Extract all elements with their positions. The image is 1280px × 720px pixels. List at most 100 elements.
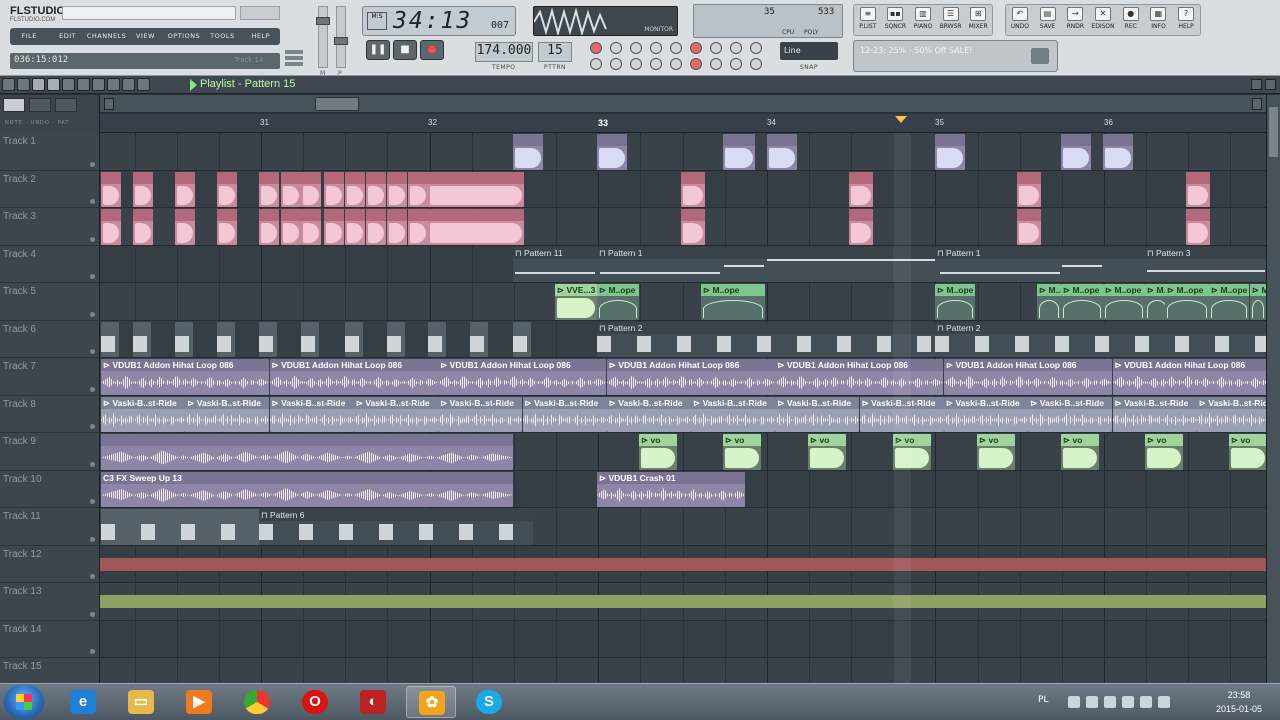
toggle-16-icon[interactable] [710, 57, 722, 70]
tray-app-icon[interactable] [1086, 696, 1098, 708]
tray-flag-icon[interactable] [1122, 696, 1134, 708]
ride-clip[interactable]: ⊳ Vaski-B..st-Ride [606, 396, 691, 432]
kick-clip[interactable] [935, 134, 965, 170]
track-lane[interactable] [100, 133, 1266, 171]
hihat-loop-clip[interactable]: ⊳ VDUB1 Addon Hihat Loop 086 [775, 359, 944, 395]
track-label[interactable]: Track 3 [0, 208, 100, 246]
track-lane[interactable]: ⊳ VDUB1 Addon Hihat Loop 086 ⊳ VDUB1 Addo… [100, 358, 1280, 396]
pattern-2-mini-clip[interactable] [470, 321, 488, 357]
mope-clip[interactable]: ⊳ M..ope [1209, 284, 1249, 320]
toggle-10-icon[interactable] [590, 57, 602, 70]
track-label[interactable]: Track 14 [0, 620, 100, 658]
pattern-6-clip[interactable]: ⊓ Pattern 6 [259, 509, 533, 545]
ride-clip[interactable]: ⊳ Vaski-B..st-Ride [944, 396, 1028, 432]
snare-clip[interactable] [408, 209, 428, 245]
mope-clip[interactable]: ⊳ M..ope [597, 284, 639, 320]
snare-clip[interactable] [1017, 171, 1041, 207]
track-color-dot-icon[interactable] [90, 311, 95, 317]
pattern-2-mini-clip[interactable] [101, 321, 119, 357]
volume-knob[interactable] [316, 17, 330, 25]
hihat-loop-clip[interactable]: ⊳ VDUB1 Addon Hihat Loop 086 [438, 359, 607, 395]
snare-clip[interactable] [324, 171, 344, 207]
tray-signal-icon[interactable] [1140, 696, 1152, 708]
snare-clip[interactable] [217, 209, 237, 245]
kick-clip[interactable] [1061, 134, 1091, 170]
info-button[interactable]: ▦ INFO [1145, 5, 1173, 35]
pencil-icon[interactable] [32, 78, 45, 91]
toggle-15-icon[interactable] [690, 57, 702, 70]
browser-button[interactable]: ☰ BRWSR [937, 5, 965, 35]
track-color-dot-icon[interactable] [90, 236, 95, 242]
taskbar-explorer[interactable]: ▭ [116, 686, 166, 718]
taskbar-opera[interactable]: O [290, 686, 340, 718]
mope-clip[interactable]: ⊳ M..ope [1165, 284, 1209, 320]
snare-clip[interactable] [259, 171, 279, 207]
track-lane[interactable] [100, 583, 1266, 621]
snare-clip[interactable] [681, 209, 705, 245]
menu-edit[interactable]: EDIT [48, 28, 86, 45]
toggle-1-icon[interactable] [590, 42, 602, 54]
tray-network-icon[interactable] [1104, 696, 1116, 708]
toggle-3-icon[interactable] [630, 42, 642, 54]
pattern-number-display[interactable]: 15 [538, 42, 572, 62]
track-color-dot-icon[interactable] [90, 161, 95, 167]
pattern-2-mini-clip[interactable] [133, 321, 151, 357]
track-color-dot-icon[interactable] [90, 536, 95, 542]
toggle-18-icon[interactable] [750, 57, 762, 70]
menu-options[interactable]: OPTIONS [165, 28, 203, 45]
vocal-clip[interactable]: ⊳ vo [1145, 434, 1183, 470]
track-lane[interactable]: ⊳ Vaski-B..st-Ride ⊳ Vaski-B..st-Ride ⊳ Va… [100, 395, 1280, 433]
snare-clip[interactable] [133, 209, 153, 245]
track-color-dot-icon[interactable] [90, 611, 95, 617]
toggle-5-icon[interactable] [670, 42, 682, 54]
vertical-scrollbar[interactable] [1266, 95, 1280, 683]
pattern-2-mini-clip[interactable] [175, 321, 193, 357]
snare-clip[interactable] [345, 171, 365, 207]
mope-clip[interactable]: ⊳ M..ope [1061, 284, 1103, 320]
snare-clip[interactable] [281, 209, 301, 245]
track-label[interactable]: Track 4 [0, 245, 100, 283]
edison-button[interactable]: ✕ EDISON [1089, 5, 1117, 35]
snare-clip[interactable] [849, 209, 873, 245]
vocal-clip[interactable]: ⊳ vo [723, 434, 761, 470]
ride-clip[interactable]: ⊳ Vaski-B..st-Ride [691, 396, 776, 432]
kick-clip[interactable] [1103, 134, 1133, 170]
track-lane[interactable] [100, 620, 1266, 658]
pattern-2-mini-clip[interactable] [259, 321, 277, 357]
snare-clip[interactable] [408, 171, 428, 207]
magnet-icon[interactable] [17, 78, 30, 91]
track-lane[interactable]: C3 FX Sweep Up 13 ⊳ VDUB1 Crash 01 [100, 470, 1266, 508]
mope-clip[interactable]: ⊳ M..ope [1250, 284, 1266, 320]
track-lane[interactable]: ⊓ Pattern 6 [100, 508, 1266, 546]
render-button[interactable]: → RNDR [1061, 5, 1089, 35]
snare-clip[interactable] [345, 209, 365, 245]
window-controls[interactable] [240, 6, 280, 20]
snare-clip[interactable] [1186, 209, 1210, 245]
automation-clip[interactable] [100, 557, 1266, 571]
scroll-left-icon[interactable] [104, 98, 114, 110]
taskbar-chrome[interactable] [232, 686, 282, 718]
sweep-clip[interactable]: C3 FX Sweep Up 13 [101, 471, 513, 507]
toggle-14-icon[interactable] [670, 57, 682, 70]
ride-clip[interactable]: ⊳ Vaski-B..st-Ride [438, 396, 523, 432]
toggle-17-icon[interactable] [730, 57, 742, 70]
hihat-loop-clip[interactable]: ⊳ VDUB1 Addon Hihat Loop 086 [101, 359, 269, 395]
playlist-title[interactable]: Playlist - Pattern 15 [200, 78, 295, 90]
taskbar-ie[interactable]: e [58, 686, 108, 718]
taskbar-skype[interactable]: S [464, 686, 514, 718]
snare-clip[interactable] [681, 171, 705, 207]
view-mode-3-icon[interactable] [55, 98, 77, 112]
vve-clip[interactable]: ⊳ VVE...3 [555, 284, 597, 320]
pattern-2-mini-clip[interactable] [217, 321, 235, 357]
track-lane[interactable] [100, 170, 1266, 208]
menu-help[interactable]: HELP [242, 28, 280, 45]
start-button[interactable] [4, 685, 44, 719]
snare-clip[interactable] [1017, 209, 1041, 245]
ride-clip[interactable]: ⊳ Vaski-B..st-Ride [522, 396, 607, 432]
track-label[interactable]: Track 13 [0, 583, 100, 621]
view-mode-2-icon[interactable] [29, 98, 51, 112]
scroll-thumb[interactable] [315, 97, 359, 111]
playhead-marker[interactable] [895, 116, 907, 123]
vertical-scroll-thumb[interactable] [1269, 107, 1278, 157]
pattern-2-clip[interactable]: ⊓ Pattern 2 [597, 321, 935, 357]
